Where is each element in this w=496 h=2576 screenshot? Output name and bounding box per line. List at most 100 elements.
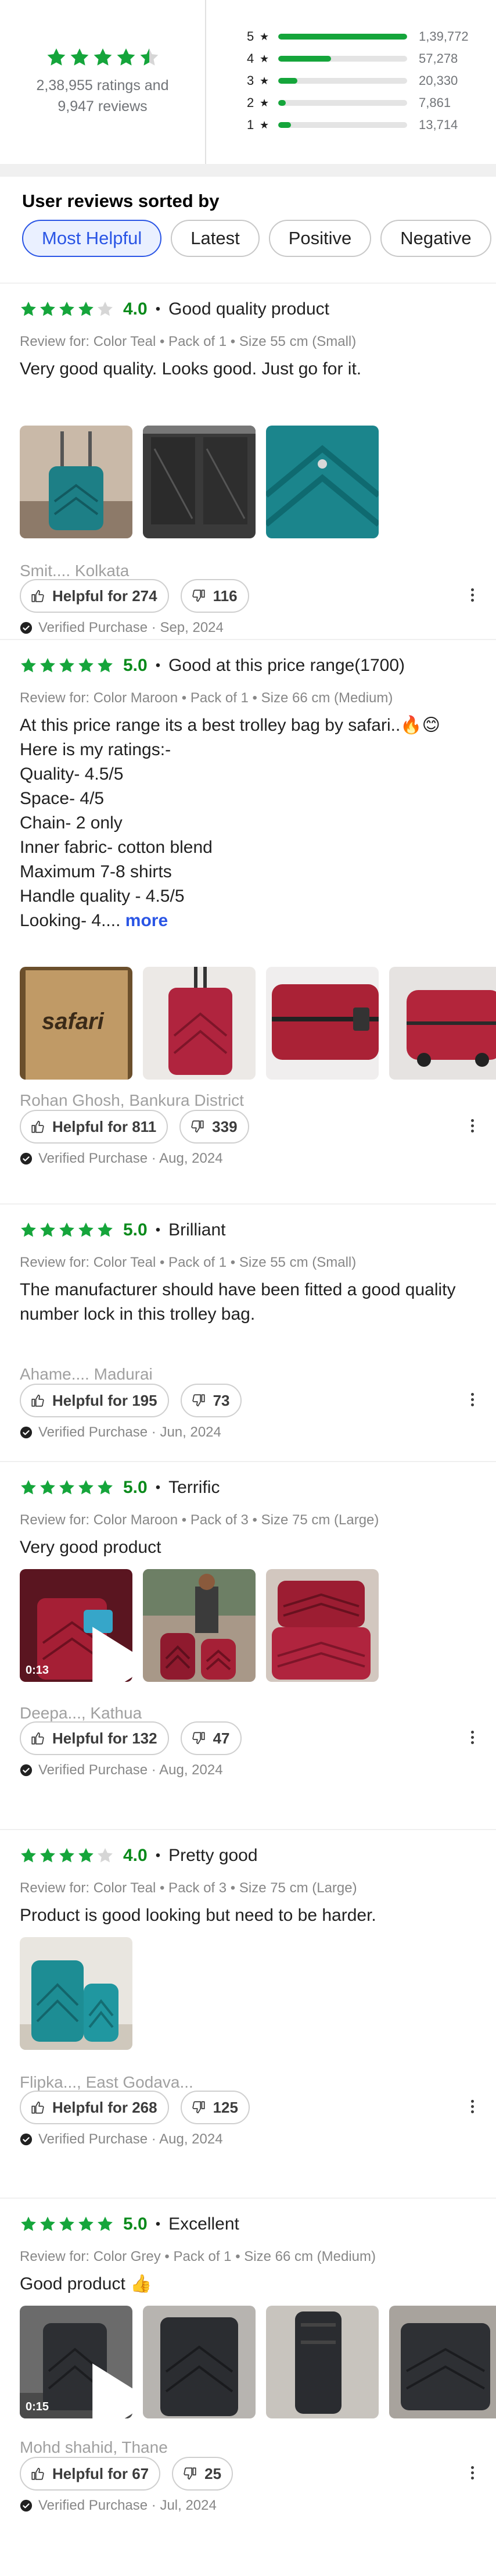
photo-grey-back-image <box>389 2306 496 2418</box>
verified-purchase: Verified Purchase · Aug, 2024 <box>20 1762 223 1778</box>
read-more-link[interactable]: more <box>125 911 168 930</box>
review-body: At this price range its a best trolley b… <box>20 713 479 933</box>
dislike-button[interactable]: 25 <box>172 2457 233 2491</box>
review-thumbnail[interactable] <box>266 2306 379 2418</box>
ratings-count: 2,38,955 ratings and <box>36 77 169 94</box>
sort-chip-most-helpful[interactable]: Most Helpful <box>22 220 162 257</box>
review-thumbnail[interactable] <box>389 967 496 1080</box>
dislike-button[interactable]: 116 <box>180 579 249 613</box>
review-title: Pretty good <box>168 1846 258 1865</box>
review-thumbnail[interactable] <box>143 1569 256 1682</box>
review-rating: 5.0 <box>123 656 148 675</box>
verified-check-icon <box>20 1426 33 1439</box>
review-images: safari <box>20 967 496 1080</box>
review-body-line: Handle quality - 4.5/5 <box>20 884 479 909</box>
review-actions: Helpful for 268 125 <box>20 2091 250 2124</box>
sort-chip-latest[interactable]: Latest <box>171 220 260 257</box>
review-body: The manufacturer should have been fitted… <box>20 1278 479 1327</box>
review-body-line: Maximum 7-8 shirts <box>20 860 479 884</box>
more-options-icon[interactable] <box>469 1731 475 1744</box>
review-stars <box>20 1479 114 1496</box>
review-thumbnail[interactable] <box>143 426 256 538</box>
sort-chip-positive[interactable]: Positive <box>268 220 372 257</box>
helpful-button[interactable]: Helpful for 132 <box>20 1721 169 1755</box>
more-options-icon[interactable] <box>469 588 475 602</box>
review-thumbnail[interactable] <box>20 426 132 538</box>
helpful-button[interactable]: Helpful for 811 <box>20 1110 168 1144</box>
dislike-button[interactable]: 339 <box>179 1110 249 1144</box>
separator-dot: • <box>155 1480 161 1495</box>
verified-purchase: Verified Purchase · Sep, 2024 <box>20 620 224 636</box>
review-body-text: Good product 👍 <box>20 2274 152 2293</box>
review-thumbnail[interactable]: 0:15 <box>20 2306 132 2418</box>
review-author: Rohan Ghosh, Bankura District <box>20 1091 244 1109</box>
thumbs-down-icon <box>192 589 205 602</box>
breakdown-count: 20,330 <box>419 73 458 88</box>
play-icon <box>92 1627 132 1682</box>
review-thumbnail[interactable]: 0:13 <box>20 1569 132 1682</box>
review-thumbnail[interactable] <box>266 426 379 538</box>
thumbs-up-icon <box>31 1394 44 1407</box>
review-rating: 5.0 <box>123 1220 148 1239</box>
star-icon <box>21 301 36 316</box>
review-thumbnail[interactable] <box>389 2306 496 2418</box>
star-icon <box>94 48 112 66</box>
review-header: 5.0 • Excellent <box>20 2213 239 2236</box>
dislike-count: 116 <box>213 587 238 605</box>
more-options-icon[interactable] <box>469 1119 475 1132</box>
helpful-button[interactable]: Helpful for 274 <box>20 579 169 613</box>
helpful-button[interactable]: Helpful for 268 <box>20 2091 169 2124</box>
review-body-text: Product is good looking but need to be h… <box>20 1906 376 1925</box>
review-body: Good product 👍 <box>20 2272 479 2296</box>
helpful-count: Helpful for 274 <box>52 587 157 605</box>
review-header: 5.0 • Brilliant <box>20 1219 226 1242</box>
verified-purchase: Verified Purchase · Jun, 2024 <box>20 1424 221 1441</box>
helpful-button[interactable]: Helpful for 195 <box>20 1384 169 1417</box>
review-body-line: Good product 👍 <box>20 2272 479 2296</box>
review-variant-meta: Review for: Color Grey • Pack of 1 • Siz… <box>20 2249 376 2264</box>
review-thumbnail[interactable] <box>266 967 379 1080</box>
review-thumbnail[interactable]: safari <box>20 967 132 1080</box>
review-thumbnail[interactable] <box>143 967 256 1080</box>
review-thumbnail[interactable] <box>20 1937 132 2050</box>
review-card: 5.0 • Excellent Review for: Color Grey •… <box>0 2198 496 2576</box>
review-body-line: Product is good looking but need to be h… <box>20 1903 479 1928</box>
star-icon <box>59 1222 74 1237</box>
sort-section: User reviews sorted by Most Helpful Late… <box>0 177 496 273</box>
star-icon <box>40 1222 55 1237</box>
dislike-count: 73 <box>213 1391 230 1409</box>
half-star-icon <box>140 48 158 66</box>
review-card: 5.0 • Good at this price range(1700) Rev… <box>0 639 496 1166</box>
review-thumbnail[interactable] <box>266 1569 379 1682</box>
review-body-text: Looking- 4.... <box>20 911 121 930</box>
review-title: Terrific <box>168 1478 220 1497</box>
review-body-text: Inner fabric- cotton blend <box>20 838 213 857</box>
dislike-button[interactable]: 125 <box>180 2091 250 2124</box>
photo-maroon-trolley-image <box>143 967 256 1080</box>
star-icon <box>78 1848 94 1863</box>
review-body-line: Here is my ratings:- <box>20 738 479 762</box>
review-thumbnail[interactable] <box>143 2306 256 2418</box>
star-icon <box>40 658 55 673</box>
review-rating: 4.0 <box>123 299 148 319</box>
photo-grey-side-image <box>266 2306 379 2418</box>
sort-chip-negative[interactable]: Negative <box>380 220 491 257</box>
review-body-line: At this price range its a best trolley b… <box>20 713 479 738</box>
sort-title: User reviews sorted by <box>22 191 220 211</box>
star-icon <box>98 658 113 673</box>
dislike-button[interactable]: 47 <box>180 1721 242 1755</box>
review-body-text: At this price range its a best trolley b… <box>20 716 440 735</box>
dislike-button[interactable]: 73 <box>180 1384 242 1417</box>
more-options-icon[interactable] <box>469 2466 475 2479</box>
separator-dot: • <box>155 658 161 673</box>
review-author: Smit.... Kolkata <box>20 562 130 580</box>
review-body-text: Very good quality. Looks good. Just go f… <box>20 359 362 378</box>
breakdown-row: 3 ★ 20,330 <box>247 70 490 92</box>
verified-check-icon <box>20 2499 33 2512</box>
more-options-icon[interactable] <box>469 2100 475 2113</box>
helpful-button[interactable]: Helpful for 67 <box>20 2457 161 2491</box>
review-stars <box>20 2216 114 2233</box>
more-options-icon[interactable] <box>469 1393 475 1406</box>
star-icon <box>98 2216 113 2231</box>
review-body-text: Here is my ratings:- <box>20 740 171 759</box>
